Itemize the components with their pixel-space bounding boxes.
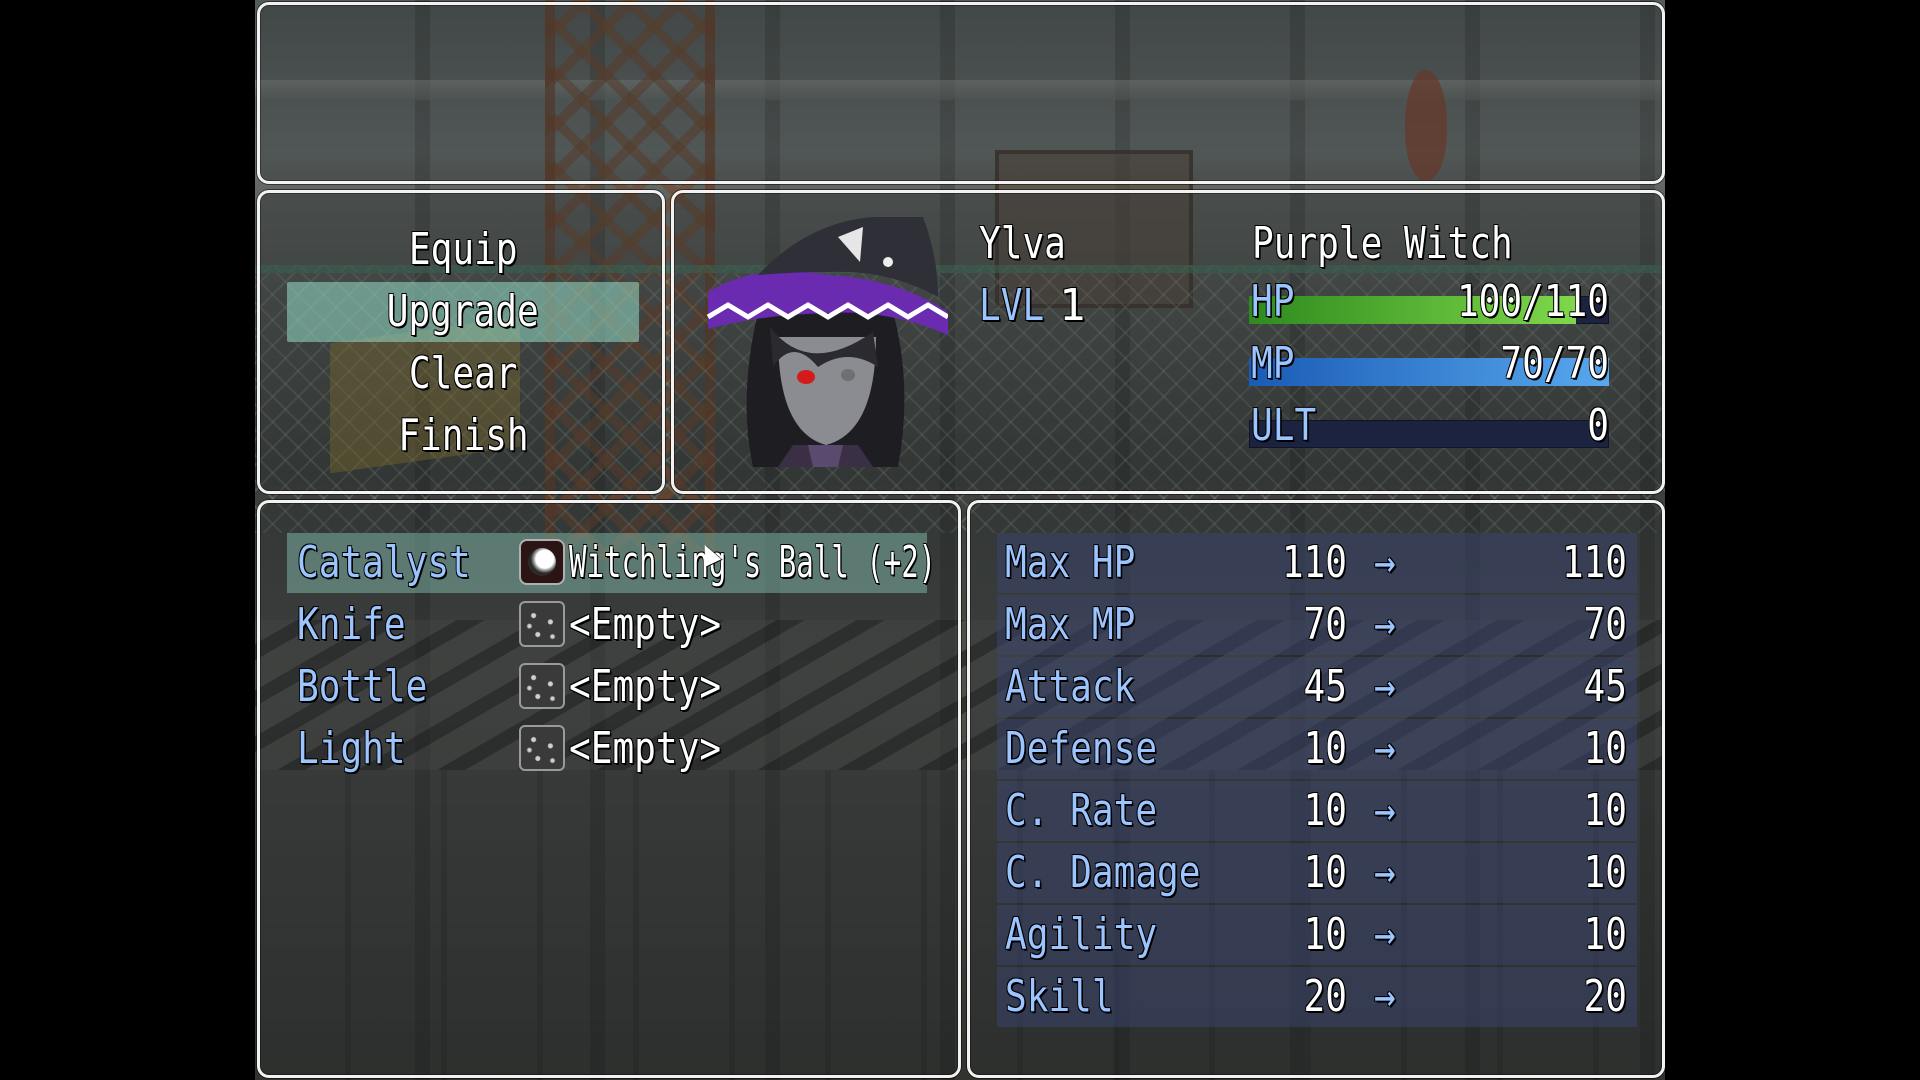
stat-name: Defense: [1005, 723, 1158, 774]
stat-row-skill: Skill 20 → 20: [997, 967, 1637, 1027]
arrow-right-icon: →: [1374, 785, 1396, 836]
stat-new-value: 70: [1583, 599, 1627, 650]
orb-icon: [519, 539, 565, 585]
stat-name: Max HP: [1005, 537, 1136, 588]
stat-row-agility: Agility 10 → 10: [997, 905, 1637, 965]
slot-row-bottle[interactable]: Bottle <Empty>: [287, 657, 927, 717]
empty-slot-icon: [519, 725, 565, 771]
hp-value: 100/110: [1456, 276, 1609, 327]
stat-current-value: 70: [1303, 599, 1347, 650]
stat-row-attack: Attack 45 → 45: [997, 657, 1637, 717]
command-upgrade[interactable]: Upgrade: [287, 282, 639, 342]
stat-new-value: 10: [1583, 785, 1627, 836]
stat-current-value: 20: [1303, 971, 1347, 1022]
stat-new-value: 45: [1583, 661, 1627, 712]
mp-label: MP: [1251, 338, 1295, 389]
arrow-right-icon: →: [1374, 971, 1396, 1022]
slot-name: Knife: [297, 599, 406, 650]
slot-name: Bottle: [297, 661, 428, 712]
stat-new-value: 10: [1583, 909, 1627, 960]
status-window: Ylva LVL 1 Purple Witch HP 100/110 MP 70…: [671, 190, 1665, 494]
ult-value: 0: [1587, 400, 1609, 451]
slot-row-light[interactable]: Light <Empty>: [287, 719, 927, 779]
command-clear[interactable]: Clear: [287, 344, 639, 404]
empty-slot-icon: [519, 663, 565, 709]
slot-item: <Empty>: [569, 661, 722, 712]
stat-name: Skill: [1005, 971, 1114, 1022]
slot-item: <Empty>: [569, 599, 722, 650]
stat-current-value: 10: [1303, 785, 1347, 836]
level-label: LVL: [979, 280, 1045, 331]
stat-new-value: 110: [1561, 537, 1627, 588]
arrow-right-icon: →: [1374, 599, 1396, 650]
stat-row-c-damage: C. Damage 10 → 10: [997, 843, 1637, 903]
slot-item: Witchling's Ball (+2): [569, 537, 937, 588]
actor-name: Ylva: [979, 218, 1066, 269]
command-equip-label: Equip: [408, 224, 518, 275]
command-finish-label: Finish: [397, 410, 529, 461]
slot-name: Catalyst: [297, 537, 471, 588]
stat-current-value: 110: [1281, 537, 1347, 588]
command-clear-label: Clear: [408, 348, 518, 399]
stat-new-value: 10: [1583, 723, 1627, 774]
arrow-right-icon: →: [1374, 661, 1396, 712]
slot-row-catalyst[interactable]: Catalyst Witchling's Ball (+2): [287, 533, 936, 593]
arrow-right-icon: →: [1374, 909, 1396, 960]
stat-row-max-hp: Max HP 110 → 110: [997, 533, 1637, 593]
arrow-right-icon: →: [1374, 847, 1396, 898]
stat-name: Agility: [1005, 909, 1158, 960]
mp-value: 70/70: [1500, 338, 1609, 389]
level-value: 1: [1059, 280, 1086, 331]
slot-item: <Empty>: [569, 723, 722, 774]
slot-window: Catalyst Witchling's Ball (+2) Knife <Em…: [257, 500, 961, 1078]
stat-current-value: 10: [1303, 723, 1347, 774]
stat-name: C. Damage: [1005, 847, 1201, 898]
stat-name: Max MP: [1005, 599, 1136, 650]
stat-row-max-mp: Max MP 70 → 70: [997, 595, 1637, 655]
help-window: [257, 2, 1665, 184]
stat-row-c-rate: C. Rate 10 → 10: [997, 781, 1637, 841]
stat-name: C. Rate: [1005, 785, 1158, 836]
empty-slot-icon: [519, 601, 565, 647]
stat-new-value: 10: [1583, 847, 1627, 898]
game-screen: Equip Upgrade Clear Finish Ylva LVL 1 Pu…: [255, 0, 1665, 1080]
ult-label: ULT: [1251, 400, 1317, 451]
stat-current-value: 10: [1303, 847, 1347, 898]
command-finish[interactable]: Finish: [287, 406, 639, 466]
stat-row-defense: Defense 10 → 10: [997, 719, 1637, 779]
slot-name: Light: [297, 723, 406, 774]
hp-label: HP: [1251, 276, 1295, 327]
stat-current-value: 45: [1303, 661, 1347, 712]
witch-portrait-icon: [706, 217, 948, 467]
stat-new-value: 20: [1583, 971, 1627, 1022]
command-window: Equip Upgrade Clear Finish: [257, 190, 665, 494]
stat-window: Max HP 110 → 110 Max MP 70 → 70 Attack 45 → 45 Defen…: [967, 500, 1665, 1078]
stat-current-value: 10: [1303, 909, 1347, 960]
actor-class: Purple Witch: [1252, 218, 1513, 269]
stat-name: Attack: [1005, 661, 1136, 712]
command-equip[interactable]: Equip: [287, 220, 639, 280]
actor-portrait: [698, 217, 948, 467]
arrow-right-icon: →: [1374, 723, 1396, 774]
slot-row-knife[interactable]: Knife <Empty>: [287, 595, 927, 655]
arrow-right-icon: →: [1374, 537, 1396, 588]
command-upgrade-label: Upgrade: [386, 286, 540, 337]
